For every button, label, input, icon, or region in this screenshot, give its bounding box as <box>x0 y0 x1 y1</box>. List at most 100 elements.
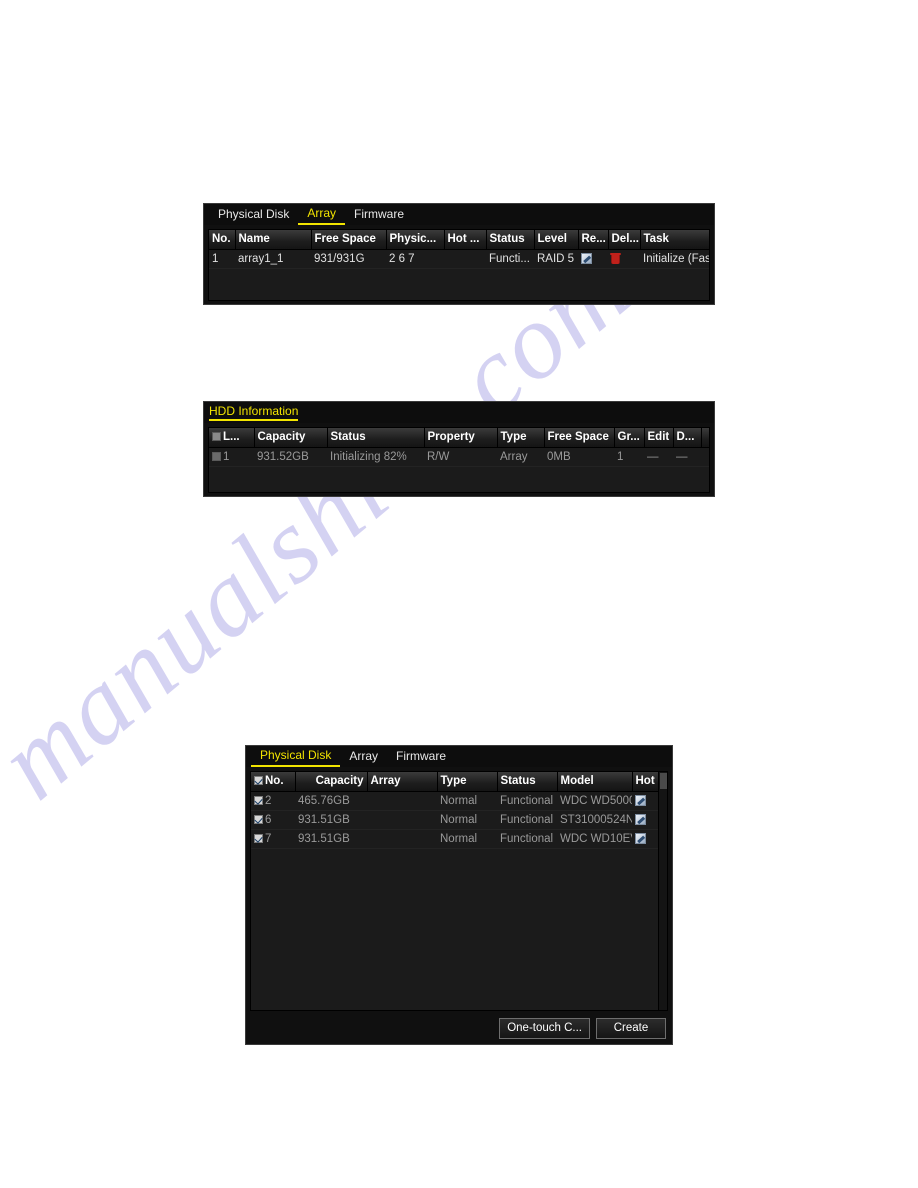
cell-no-text: 7 <box>265 832 272 845</box>
cell-no[interactable]: 2 <box>251 791 295 811</box>
table-row[interactable]: 1 array1_1 931/931G 2 6 7 Functi... RAID… <box>209 249 709 269</box>
cell-model: WDC WD5000YS-0... <box>557 791 632 811</box>
physical-disk-table-area: No. Capacity Array Type Status Model Hot… <box>250 771 668 1011</box>
cell-no: 1 <box>209 249 235 269</box>
cell-task: Initialize (Fast)(R <box>640 249 709 269</box>
col-status[interactable]: Status <box>486 230 535 250</box>
col-rebuild[interactable]: Re... <box>578 230 609 250</box>
cell-capacity: 931.51GB <box>295 829 367 849</box>
cell-group: 1 <box>614 447 644 467</box>
row-checkbox[interactable] <box>254 795 263 805</box>
cell-array <box>367 810 437 830</box>
col-task[interactable]: Task <box>640 230 709 250</box>
col-group[interactable]: Gr... <box>614 428 645 448</box>
row-checkbox[interactable] <box>254 814 263 824</box>
cell-property: R/W <box>424 447 497 467</box>
table-row[interactable]: 6 931.51GB Normal Functional ST31000524N… <box>251 810 667 830</box>
table-row[interactable]: 1 931.52GB Initializing 82% R/W Array 0M… <box>209 447 709 467</box>
col-status[interactable]: Status <box>327 428 425 448</box>
edit-icon[interactable] <box>635 794 646 806</box>
watermark-text: manualshive.com <box>0 227 653 822</box>
select-all-checkbox[interactable] <box>212 432 221 442</box>
cell-label[interactable]: 1 <box>209 447 254 467</box>
cell-status: Functi... <box>486 249 534 269</box>
dialog-footer: One-touch C... Create <box>246 1012 672 1044</box>
hdd-information-title-text: HDD Information <box>209 404 299 421</box>
hdd-table-area: L... Capacity Status Property Type Free … <box>208 427 710 493</box>
cell-rebuild[interactable] <box>578 249 608 269</box>
edit-icon[interactable] <box>635 813 646 825</box>
table-row[interactable]: 7 931.51GB Normal Functional WDC WD10EVV… <box>251 829 667 849</box>
cell-no[interactable]: 6 <box>251 810 295 830</box>
physical-disk-dialog: Physical Disk Array Firmware No. Capacit… <box>245 745 673 1045</box>
cell-hot-spare <box>444 249 486 269</box>
cell-delete: — <box>673 447 701 467</box>
col-no-text: No. <box>265 775 284 788</box>
cell-free-space: 0MB <box>544 447 614 467</box>
col-label-text: L... <box>223 431 240 444</box>
col-delete[interactable]: D... <box>673 428 702 448</box>
tab-firmware[interactable]: Firmware <box>387 746 455 767</box>
col-type[interactable]: Type <box>437 772 498 792</box>
tab-array[interactable]: Array <box>340 746 387 767</box>
col-no[interactable]: No. <box>209 230 236 250</box>
cell-capacity: 465.76GB <box>295 791 367 811</box>
one-touch-config-button[interactable]: One-touch C... <box>499 1017 590 1039</box>
physical-disk-tabbar: Physical Disk Array Firmware <box>246 746 672 767</box>
cell-delete[interactable] <box>608 249 640 269</box>
tab-firmware[interactable]: Firmware <box>345 204 413 225</box>
col-free-space[interactable]: Free Space <box>311 230 387 250</box>
col-type[interactable]: Type <box>497 428 545 448</box>
col-name[interactable]: Name <box>235 230 312 250</box>
col-level[interactable]: Level <box>534 230 579 250</box>
array-table-area: No. Name Free Space Physic... Hot ... St… <box>208 229 710 301</box>
col-no[interactable]: No. <box>251 772 296 792</box>
col-scroll-pad <box>701 428 709 448</box>
cell-array <box>367 829 437 849</box>
col-capacity[interactable]: Capacity <box>295 772 368 792</box>
col-hot-spare[interactable]: Hot ... <box>444 230 487 250</box>
create-button[interactable]: Create <box>596 1017 666 1039</box>
row-checkbox[interactable] <box>212 451 221 461</box>
physical-disk-table: No. Capacity Array Type Status Model Hot… <box>251 772 667 849</box>
cell-model: ST31000524NS <box>557 810 632 830</box>
cell-free-space: 931/931G <box>311 249 386 269</box>
cell-no-text: 2 <box>265 794 272 807</box>
scrollbar-thumb[interactable] <box>660 773 667 789</box>
col-physical-disk[interactable]: Physic... <box>386 230 445 250</box>
edit-icon[interactable] <box>635 832 646 844</box>
array-table-header-row: No. Name Free Space Physic... Hot ... St… <box>209 230 709 250</box>
cell-status: Functional <box>497 810 557 830</box>
cell-no[interactable]: 7 <box>251 829 295 849</box>
col-capacity[interactable]: Capacity <box>254 428 328 448</box>
cell-status: Functional <box>497 829 557 849</box>
array-config-panel: Physical Disk Array Firmware No. Name Fr… <box>203 203 715 305</box>
col-array[interactable]: Array <box>367 772 438 792</box>
vertical-scrollbar[interactable] <box>658 772 667 1010</box>
cell-type: Array <box>497 447 544 467</box>
cell-physical-disk: 2 6 7 <box>386 249 444 269</box>
cell-capacity: 931.52GB <box>254 447 327 467</box>
col-free-space[interactable]: Free Space <box>544 428 615 448</box>
cell-level: RAID 5 <box>534 249 578 269</box>
physical-disk-header-row: No. Capacity Array Type Status Model Hot… <box>251 772 667 792</box>
hdd-table-header-row: L... Capacity Status Property Type Free … <box>209 428 709 448</box>
col-delete[interactable]: Del... <box>608 230 641 250</box>
trash-icon[interactable] <box>610 252 621 264</box>
tab-physical-disk[interactable]: Physical Disk <box>251 746 341 767</box>
hdd-table: L... Capacity Status Property Type Free … <box>209 428 709 467</box>
select-all-checkbox[interactable] <box>254 776 263 786</box>
col-model[interactable]: Model <box>557 772 633 792</box>
col-label[interactable]: L... <box>209 428 255 448</box>
edit-icon[interactable] <box>581 252 592 264</box>
cell-edit: — <box>644 447 673 467</box>
col-edit[interactable]: Edit <box>644 428 674 448</box>
col-property[interactable]: Property <box>424 428 498 448</box>
cell-type: Normal <box>437 791 497 811</box>
col-status[interactable]: Status <box>497 772 558 792</box>
row-checkbox[interactable] <box>254 833 263 843</box>
table-row[interactable]: 2 465.76GB Normal Functional WDC WD5000Y… <box>251 791 667 811</box>
tab-array[interactable]: Array <box>298 204 346 225</box>
tab-physical-disk[interactable]: Physical Disk <box>209 204 298 225</box>
cell-scroll-pad <box>701 447 709 467</box>
